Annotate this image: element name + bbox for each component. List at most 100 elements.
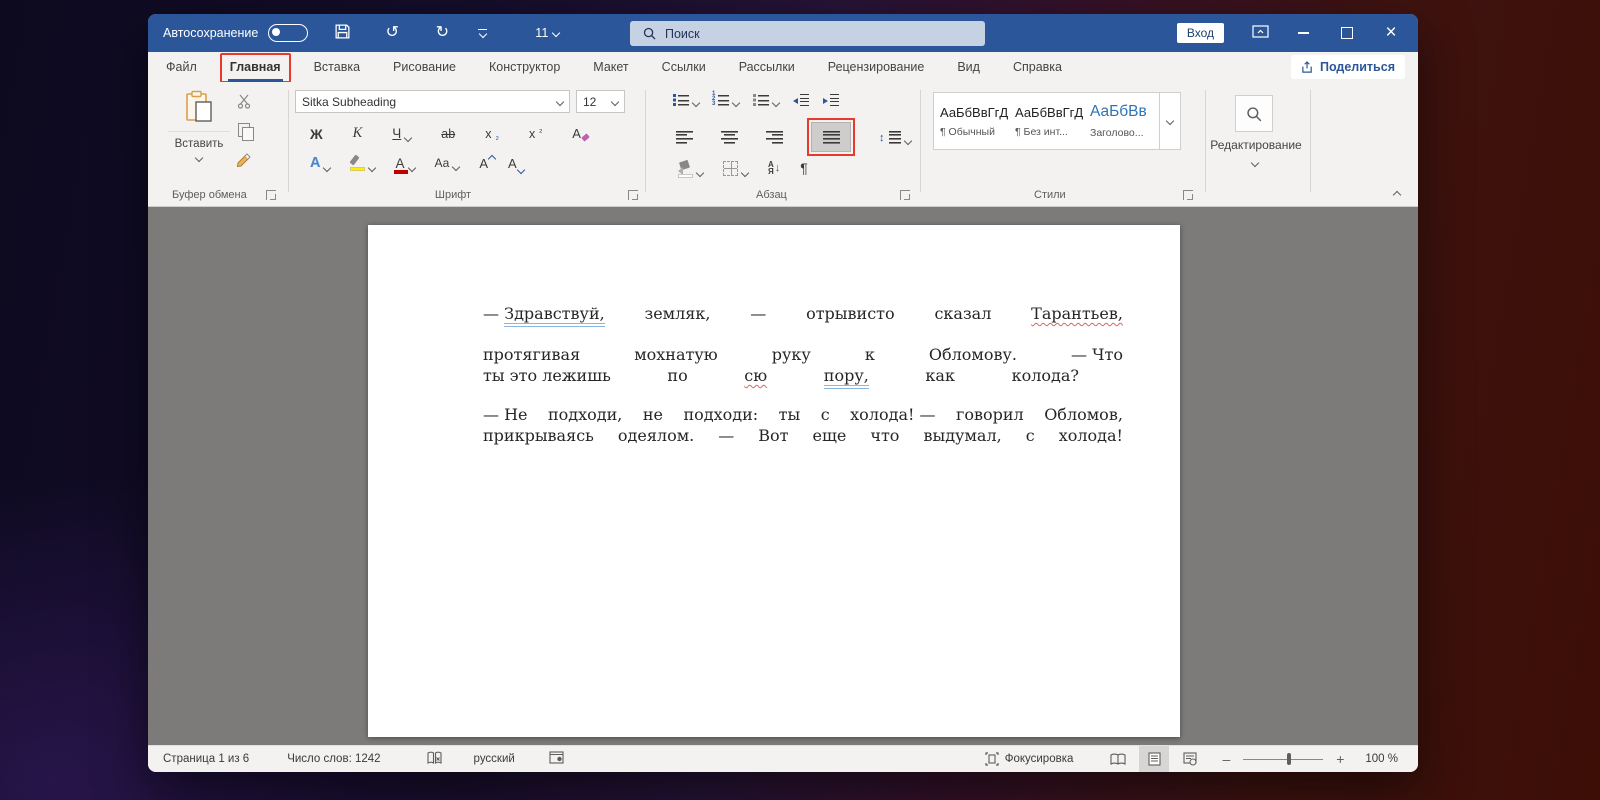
- chevron-down-icon: [552, 28, 561, 38]
- tab-справка[interactable]: Справка: [1010, 52, 1065, 82]
- font-dialog-launcher[interactable]: [628, 190, 638, 200]
- decrease-indent-button[interactable]: [793, 94, 809, 106]
- shrink-font-letter: А: [507, 155, 517, 171]
- spacing-lines-icon: [888, 130, 901, 144]
- maximize-button[interactable]: [1336, 14, 1358, 52]
- styles-dialog-launcher[interactable]: [1183, 190, 1193, 200]
- word: с: [820, 405, 830, 424]
- tab-вид[interactable]: Вид: [954, 52, 983, 82]
- chevron-down-icon: [323, 163, 332, 173]
- paragraph-dialog-launcher[interactable]: [900, 190, 910, 200]
- change-case-button[interactable]: Аа: [435, 156, 461, 172]
- toggle-knob: [272, 27, 281, 36]
- redo-icon[interactable]: ↻: [432, 25, 452, 41]
- tab-конструктор[interactable]: Конструктор: [486, 52, 563, 82]
- web-layout-button[interactable]: [1175, 746, 1205, 773]
- search-box[interactable]: Поиск: [630, 21, 985, 46]
- document-page[interactable]: — Здравствуй, земляк, — отрывисто сказал Тара…: [368, 225, 1180, 737]
- subscript-button[interactable]: x₂: [485, 127, 499, 141]
- style-item[interactable]: АаБбВвГгД ¶ Без инт...: [1009, 93, 1084, 149]
- document-area[interactable]: — Здравствуй, земляк, — отрывисто сказал Тара…: [148, 207, 1418, 745]
- increase-indent-button[interactable]: [823, 94, 839, 106]
- save-icon[interactable]: [332, 23, 352, 44]
- superscript-button[interactable]: x²: [529, 127, 542, 141]
- align-left-button[interactable]: [676, 130, 693, 144]
- word: —: [718, 426, 735, 445]
- paragraph-group-label: Абзац: [756, 189, 787, 201]
- align-right-button[interactable]: [766, 130, 783, 144]
- bullet-dots: [673, 94, 676, 97]
- tab-вставка[interactable]: Вставка: [311, 52, 363, 82]
- style-item[interactable]: АаБбВв Заголово...: [1084, 93, 1159, 149]
- tab-главная[interactable]: Главная: [219, 52, 291, 83]
- bold-button[interactable]: Ж: [310, 126, 323, 142]
- numbering-button[interactable]: 123: [712, 91, 741, 108]
- line-spacing-button[interactable]: ↕: [879, 130, 912, 145]
- borders-button[interactable]: [723, 160, 750, 177]
- chevron-down-icon[interactable]: [1250, 158, 1260, 168]
- status-right: Фокусировка – + 100 %: [985, 745, 1418, 773]
- share-icon: [1302, 60, 1312, 73]
- signin-button[interactable]: Вход: [1176, 23, 1224, 43]
- underline-button[interactable]: Ч: [392, 126, 413, 143]
- shrink-font-button[interactable]: А: [507, 155, 525, 174]
- text-effects-button[interactable]: А: [310, 155, 332, 173]
- tab-рецензирование[interactable]: Рецензирование: [825, 52, 928, 82]
- quick-font-size[interactable]: 11: [535, 26, 561, 40]
- align-center-button[interactable]: [721, 130, 738, 144]
- strikethrough-button[interactable]: ab: [441, 127, 455, 141]
- highlight-color-button[interactable]: [349, 154, 377, 172]
- font-size-combo[interactable]: 12: [576, 90, 625, 113]
- zoom-in-button[interactable]: +: [1333, 751, 1347, 767]
- language-indicator[interactable]: русский: [474, 753, 515, 765]
- show-marks-button[interactable]: ¶: [800, 160, 808, 176]
- multilevel-list-button[interactable]: [753, 94, 781, 108]
- minimize-button[interactable]: [1292, 14, 1314, 52]
- quick-access-toolbar: Автосохранение ↺ ↻ 11: [148, 23, 561, 44]
- zoom-slider-handle[interactable]: [1287, 753, 1292, 765]
- word-count[interactable]: Число слов: 1242: [287, 753, 380, 765]
- copy-icon[interactable]: [238, 123, 254, 141]
- justify-button[interactable]: [807, 118, 855, 156]
- grow-font-button[interactable]: А: [479, 154, 497, 171]
- macro-record-icon[interactable]: [549, 751, 564, 767]
- styles-more-button[interactable]: [1160, 92, 1181, 150]
- bullets-button[interactable]: [673, 94, 701, 108]
- focus-mode-button[interactable]: Фокусировка: [985, 752, 1073, 766]
- sort-button[interactable]: А Я ↓: [768, 161, 780, 176]
- font-name-combo[interactable]: Sitka Subheading: [295, 90, 570, 113]
- zoom-slider[interactable]: [1243, 753, 1324, 765]
- grow-font-letter: А: [479, 155, 488, 171]
- undo-icon[interactable]: ↺: [382, 25, 402, 41]
- word: одеялом.: [617, 426, 695, 445]
- customize-quick-access-icon[interactable]: [478, 28, 488, 39]
- autosave-toggle[interactable]: [268, 24, 309, 42]
- clear-formatting-button[interactable]: А: [572, 126, 590, 142]
- format-painter-icon[interactable]: [236, 151, 252, 167]
- close-button[interactable]: ×: [1380, 14, 1402, 52]
- zoom-level[interactable]: 100 %: [1365, 753, 1398, 765]
- tab-файл[interactable]: Файл: [163, 52, 200, 82]
- zoom-out-button[interactable]: –: [1219, 751, 1233, 767]
- print-layout-button[interactable]: [1139, 745, 1170, 772]
- shading-button[interactable]: [678, 159, 705, 178]
- style-item[interactable]: АаБбВвГгД ¶ Обычный: [934, 93, 1009, 149]
- chevron-down-icon: [555, 97, 565, 106]
- read-mode-button[interactable]: [1103, 746, 1133, 773]
- tab-ссылки[interactable]: Ссылки: [659, 52, 709, 82]
- italic-button[interactable]: К: [353, 125, 363, 142]
- page-indicator[interactable]: Страница 1 из 6: [163, 753, 249, 765]
- editing-search-button[interactable]: [1235, 95, 1273, 132]
- ribbon-display-options-icon[interactable]: [1250, 24, 1270, 43]
- clipboard-dialog-launcher[interactable]: [266, 190, 276, 200]
- tab-макет[interactable]: Макет: [590, 52, 631, 82]
- group-separator: [920, 90, 921, 192]
- share-button[interactable]: Поделиться: [1290, 55, 1405, 79]
- collapse-ribbon-icon[interactable]: [1392, 190, 1402, 200]
- paste-button[interactable]: Вставить: [168, 90, 230, 163]
- cut-icon[interactable]: [237, 94, 252, 109]
- font-color-button[interactable]: А: [394, 156, 416, 174]
- proofing-errors-icon[interactable]: [426, 751, 442, 768]
- tab-рассылки[interactable]: Рассылки: [736, 52, 798, 82]
- tab-рисование[interactable]: Рисование: [390, 52, 459, 82]
